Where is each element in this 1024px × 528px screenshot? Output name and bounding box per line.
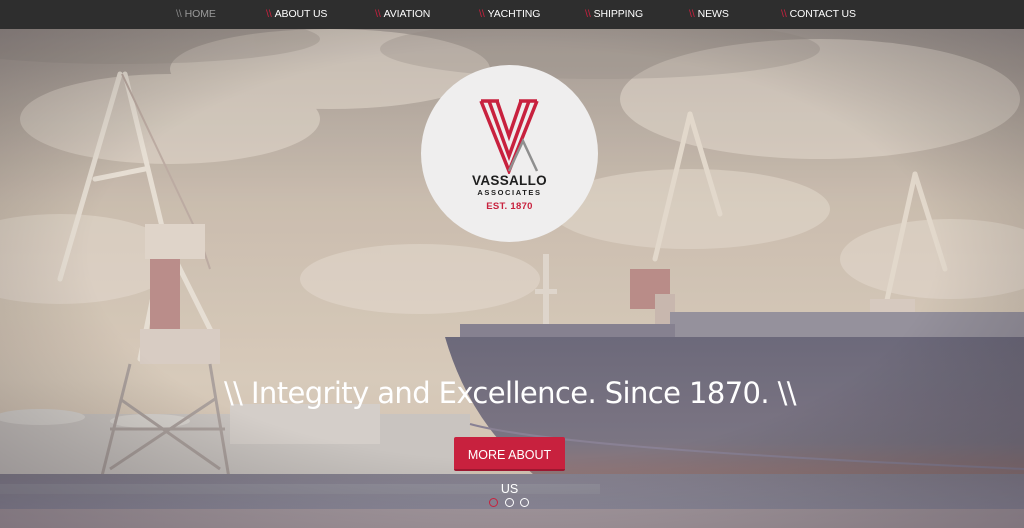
nav-item-label: SHIPPING [593,8,644,20]
nav-item-contact-us[interactable]: \\ CONTACT US [781,0,856,29]
hero-slider: VASSALLO ASSOCIATES EST. 1870 \\ Integri… [0,29,1024,528]
brand-logo[interactable]: VASSALLO ASSOCIATES EST. 1870 [421,65,598,242]
slider-dot-1[interactable] [489,498,498,507]
nav-separator: \\ [781,8,787,20]
nav-item-news[interactable]: \\ NEWS [689,0,729,29]
brand-subtitle: ASSOCIATES [477,188,542,197]
more-about-us-button[interactable]: MORE ABOUT US [454,437,565,496]
nav-item-label: CONTACT US [789,8,856,20]
slider-dot-3[interactable] [520,498,529,507]
page: \\ HOME \\ ABOUT US \\ AVIATION \\ YACHTING … [0,0,1024,528]
nav-item-yachting[interactable]: \\ YACHTING [479,0,540,29]
main-nav: \\ HOME \\ ABOUT US \\ AVIATION \\ YACHTING … [0,0,1024,29]
nav-separator: \\ [266,8,272,20]
nav-item-aviation[interactable]: \\ AVIATION [375,0,430,29]
nav-item-label: AVIATION [383,8,431,20]
nav-item-label: HOME [184,8,216,20]
nav-item-shipping[interactable]: \\ SHIPPING [585,0,643,29]
hero-tagline: \\ Integrity and Excellence. Since 1870.… [224,376,797,410]
nav-item-label: YACHTING [487,8,541,20]
nav-item-label: ABOUT US [274,8,328,20]
nav-separator: \\ [689,8,695,20]
nav-separator: \\ [375,8,381,20]
vassallo-v-logo-icon [479,99,539,174]
brand-name: VASSALLO [472,173,547,188]
nav-item-label: NEWS [697,8,729,20]
nav-item-about-us[interactable]: \\ ABOUT US [266,0,327,29]
slider-dot-2[interactable] [505,498,514,507]
nav-separator: \\ [479,8,485,20]
nav-separator: \\ [176,8,182,20]
brand-established: EST. 1870 [486,201,533,212]
nav-separator: \\ [585,8,591,20]
nav-item-home[interactable]: \\ HOME [176,0,216,29]
